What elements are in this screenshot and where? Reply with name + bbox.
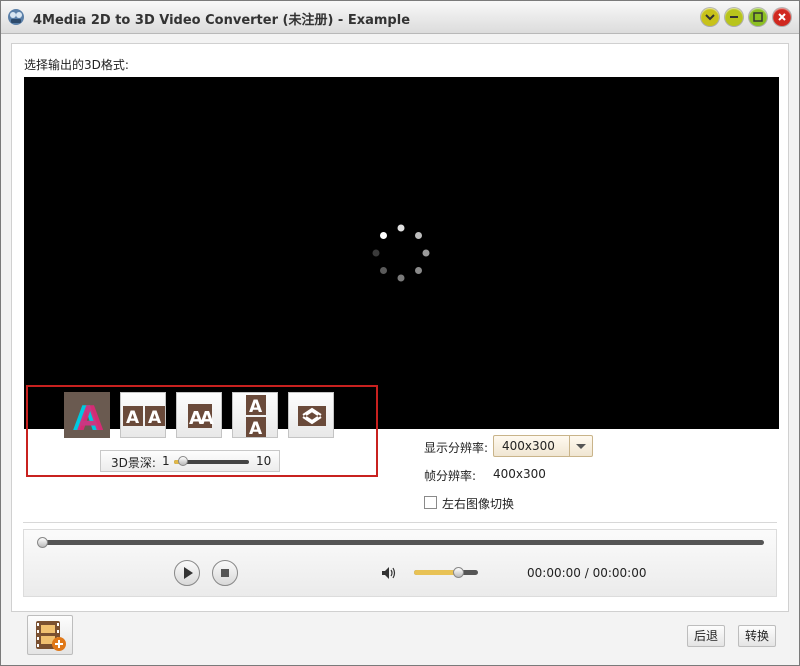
top-and-bottom-icon: A A xyxy=(246,395,266,439)
volume-icon[interactable] xyxy=(381,566,399,580)
display-resolution-value: 400x300 xyxy=(502,439,555,453)
svg-text:A: A xyxy=(249,419,263,439)
back-button[interactable]: 后退 xyxy=(687,625,726,647)
close-button[interactable] xyxy=(773,8,791,26)
depth-min-value: 1 xyxy=(162,454,170,468)
svg-text:A: A xyxy=(200,408,214,429)
volume-slider[interactable] xyxy=(414,567,478,578)
stop-button[interactable] xyxy=(212,560,238,586)
format-anaglyph-button[interactable]: A A xyxy=(64,392,110,438)
side-by-side-half-icon: A A xyxy=(188,404,214,429)
format-side-by-side-button[interactable]: A A xyxy=(120,392,166,438)
chevron-down-icon xyxy=(705,14,715,21)
format-top-and-bottom-button[interactable]: A A xyxy=(232,392,278,439)
display-resolution-select[interactable]: 400x300 xyxy=(493,435,593,457)
svg-text:A: A xyxy=(249,397,263,417)
minimize-button[interactable] xyxy=(725,8,743,26)
dropdown-arrow[interactable] xyxy=(569,436,592,456)
depth-control: 3D景深: 1 10 xyxy=(100,450,280,472)
swap-lr-label: 左右图像切换 xyxy=(442,497,515,511)
add-video-icon xyxy=(36,621,66,651)
depth-slider[interactable] xyxy=(174,456,249,466)
app-window: 4Media 2D to 3D Video Converter (未注册) - … xyxy=(0,0,800,666)
svg-text:A: A xyxy=(77,399,104,436)
video-preview xyxy=(24,77,779,429)
side-by-side-icon: A A xyxy=(123,406,165,428)
anaglyph-icon: A A xyxy=(73,399,104,436)
close-icon xyxy=(778,13,786,21)
maximize-button[interactable] xyxy=(749,8,767,26)
window-title: 4Media 2D to 3D Video Converter (未注册) - … xyxy=(33,13,411,28)
maximize-icon xyxy=(753,12,763,22)
depth-max-value: 10 xyxy=(256,454,272,468)
footer-bar: 后退 转换 xyxy=(11,611,789,659)
title-bar[interactable]: 4Media 2D to 3D Video Converter (未注册) - … xyxy=(1,1,799,34)
play-icon xyxy=(184,567,193,579)
volume-slider-fill xyxy=(414,570,458,575)
format-side-by-side-half-button[interactable]: A A xyxy=(176,392,222,438)
format-top-and-bottom-half-button[interactable] xyxy=(288,392,334,438)
frame-resolution-value: 400x300 xyxy=(493,467,546,481)
volume-slider-thumb[interactable] xyxy=(452,567,464,578)
add-video-button[interactable] xyxy=(27,615,73,655)
time-display: 00:00:00 / 00:00:00 xyxy=(527,566,647,580)
convert-button[interactable]: 转换 xyxy=(738,625,777,647)
loading-spinner-icon xyxy=(372,224,430,282)
seek-bar[interactable] xyxy=(37,537,764,548)
svg-text:A: A xyxy=(126,408,140,428)
format-prompt: 选择输出的3D格式: xyxy=(24,58,129,72)
main-panel: 选择输出的3D格式: xyxy=(11,43,789,612)
play-button[interactable] xyxy=(174,560,200,586)
depth-label: 3D景深: xyxy=(111,456,156,470)
divider xyxy=(23,522,777,523)
player-controls: 00:00:00 / 00:00:00 xyxy=(23,529,777,597)
frame-resolution-label: 帧分辨率: xyxy=(424,469,477,483)
stop-icon xyxy=(221,569,229,577)
app-logo-icon xyxy=(8,9,24,25)
seek-thumb[interactable] xyxy=(37,537,48,548)
depth-slider-thumb[interactable] xyxy=(178,456,188,466)
top-and-bottom-half-icon xyxy=(298,406,326,426)
display-resolution-label: 显示分辨率: xyxy=(424,441,489,455)
swap-lr-checkbox[interactable] xyxy=(424,496,437,509)
svg-text:A: A xyxy=(148,408,162,428)
chevron-down-icon xyxy=(576,444,586,449)
minimize-icon xyxy=(730,16,738,18)
help-button[interactable] xyxy=(701,8,719,26)
